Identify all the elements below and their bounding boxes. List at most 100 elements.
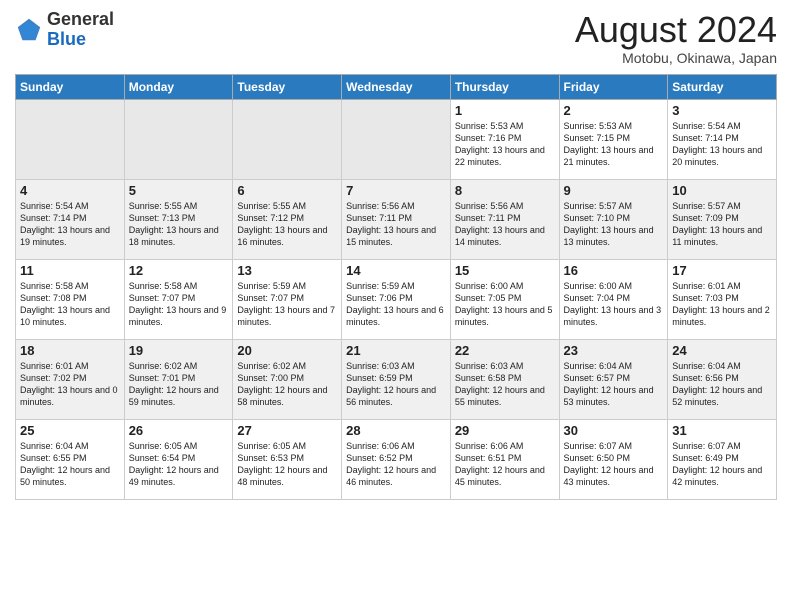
col-thursday: Thursday <box>450 74 559 99</box>
cell-content: Sunrise: 6:01 AM Sunset: 7:02 PM Dayligh… <box>20 360 120 409</box>
calendar-cell: 28 Sunrise: 6:06 AM Sunset: 6:52 PM Dayli… <box>342 419 451 499</box>
day-number: 19 <box>129 343 229 358</box>
page-container: General Blue August 2024 Motobu, Okinawa… <box>0 0 792 510</box>
page-header: General Blue August 2024 Motobu, Okinawa… <box>15 10 777 66</box>
day-number: 16 <box>564 263 664 278</box>
cell-content: Sunrise: 5:56 AM Sunset: 7:11 PM Dayligh… <box>455 200 555 249</box>
col-tuesday: Tuesday <box>233 74 342 99</box>
col-friday: Friday <box>559 74 668 99</box>
day-number: 11 <box>20 263 120 278</box>
calendar-cell: 2 Sunrise: 5:53 AM Sunset: 7:15 PM Daylig… <box>559 99 668 179</box>
cell-content: Sunrise: 5:59 AM Sunset: 7:06 PM Dayligh… <box>346 280 446 329</box>
col-saturday: Saturday <box>668 74 777 99</box>
calendar-week-5: 25Sunrise: 6:04 AM Sunset: 6:55 PM Dayli… <box>16 419 777 499</box>
logo-icon <box>15 16 43 44</box>
day-number: 18 <box>20 343 120 358</box>
day-number: 31 <box>672 423 772 438</box>
calendar-cell: 26 Sunrise: 6:05 AM Sunset: 6:54 PM Dayli… <box>124 419 233 499</box>
col-wednesday: Wednesday <box>342 74 451 99</box>
day-number: 4 <box>20 183 120 198</box>
calendar-cell: 29 Sunrise: 6:06 AM Sunset: 6:51 PM Dayli… <box>450 419 559 499</box>
location-subtitle: Motobu, Okinawa, Japan <box>575 50 777 66</box>
calendar-cell <box>233 99 342 179</box>
cell-content: Sunrise: 6:07 AM Sunset: 6:49 PM Dayligh… <box>672 440 772 489</box>
calendar-cell: 6Sunrise: 5:55 AM Sunset: 7:12 PM Daylig… <box>233 179 342 259</box>
calendar-cell: 8 Sunrise: 5:56 AM Sunset: 7:11 PM Daylig… <box>450 179 559 259</box>
cell-content: Sunrise: 6:01 AM Sunset: 7:03 PM Dayligh… <box>672 280 772 329</box>
day-number: 25 <box>20 423 120 438</box>
cell-content: Sunrise: 5:58 AM Sunset: 7:07 PM Dayligh… <box>129 280 229 329</box>
calendar-cell: 31 Sunrise: 6:07 AM Sunset: 6:49 PM Dayli… <box>668 419 777 499</box>
cell-content: Sunrise: 6:07 AM Sunset: 6:50 PM Dayligh… <box>564 440 664 489</box>
cell-content: Sunrise: 5:53 AM Sunset: 7:16 PM Dayligh… <box>455 120 555 169</box>
calendar-week-2: 4Sunrise: 5:54 AM Sunset: 7:14 PM Daylig… <box>16 179 777 259</box>
logo: General Blue <box>15 10 114 50</box>
cell-content: Sunrise: 6:03 AM Sunset: 6:58 PM Dayligh… <box>455 360 555 409</box>
calendar-cell: 23Sunrise: 6:04 AM Sunset: 6:57 PM Dayli… <box>559 339 668 419</box>
calendar-cell: 12 Sunrise: 5:58 AM Sunset: 7:07 PM Dayli… <box>124 259 233 339</box>
cell-content: Sunrise: 5:53 AM Sunset: 7:15 PM Dayligh… <box>564 120 664 169</box>
logo-general: General <box>47 9 114 29</box>
cell-content: Sunrise: 6:00 AM Sunset: 7:05 PM Dayligh… <box>455 280 555 329</box>
calendar-cell: 10Sunrise: 5:57 AM Sunset: 7:09 PM Dayli… <box>668 179 777 259</box>
day-number: 9 <box>564 183 664 198</box>
cell-content: Sunrise: 5:58 AM Sunset: 7:08 PM Dayligh… <box>20 280 120 329</box>
cell-content: Sunrise: 6:06 AM Sunset: 6:51 PM Dayligh… <box>455 440 555 489</box>
month-title: August 2024 <box>575 10 777 50</box>
calendar-cell: 5Sunrise: 5:55 AM Sunset: 7:13 PM Daylig… <box>124 179 233 259</box>
calendar-cell: 24Sunrise: 6:04 AM Sunset: 6:56 PM Dayli… <box>668 339 777 419</box>
day-number: 28 <box>346 423 446 438</box>
cell-content: Sunrise: 6:03 AM Sunset: 6:59 PM Dayligh… <box>346 360 446 409</box>
calendar-cell: 1Sunrise: 5:53 AM Sunset: 7:16 PM Daylig… <box>450 99 559 179</box>
title-block: August 2024 Motobu, Okinawa, Japan <box>575 10 777 66</box>
day-number: 27 <box>237 423 337 438</box>
day-number: 21 <box>346 343 446 358</box>
calendar-cell: 20Sunrise: 6:02 AM Sunset: 7:00 PM Dayli… <box>233 339 342 419</box>
cell-content: Sunrise: 6:05 AM Sunset: 6:54 PM Dayligh… <box>129 440 229 489</box>
calendar-cell: 27Sunrise: 6:05 AM Sunset: 6:53 PM Dayli… <box>233 419 342 499</box>
calendar-cell: 30 Sunrise: 6:07 AM Sunset: 6:50 PM Dayli… <box>559 419 668 499</box>
day-number: 12 <box>129 263 229 278</box>
day-number: 22 <box>455 343 555 358</box>
cell-content: Sunrise: 6:06 AM Sunset: 6:52 PM Dayligh… <box>346 440 446 489</box>
calendar-week-3: 11 Sunrise: 5:58 AM Sunset: 7:08 PM Dayli… <box>16 259 777 339</box>
calendar-cell: 25Sunrise: 6:04 AM Sunset: 6:55 PM Dayli… <box>16 419 125 499</box>
day-number: 5 <box>129 183 229 198</box>
day-number: 17 <box>672 263 772 278</box>
cell-content: Sunrise: 5:54 AM Sunset: 7:14 PM Dayligh… <box>672 120 772 169</box>
cell-content: Sunrise: 5:57 AM Sunset: 7:10 PM Dayligh… <box>564 200 664 249</box>
day-number: 29 <box>455 423 555 438</box>
cell-content: Sunrise: 6:02 AM Sunset: 7:01 PM Dayligh… <box>129 360 229 409</box>
calendar-cell: 14 Sunrise: 5:59 AM Sunset: 7:06 PM Dayli… <box>342 259 451 339</box>
cell-content: Sunrise: 5:56 AM Sunset: 7:11 PM Dayligh… <box>346 200 446 249</box>
day-number: 30 <box>564 423 664 438</box>
day-number: 8 <box>455 183 555 198</box>
calendar-cell <box>342 99 451 179</box>
calendar-cell: 21 Sunrise: 6:03 AM Sunset: 6:59 PM Dayli… <box>342 339 451 419</box>
col-sunday: Sunday <box>16 74 125 99</box>
day-number: 20 <box>237 343 337 358</box>
calendar-cell: 22 Sunrise: 6:03 AM Sunset: 6:58 PM Dayli… <box>450 339 559 419</box>
day-number: 6 <box>237 183 337 198</box>
logo-blue: Blue <box>47 29 86 49</box>
calendar-cell: 16Sunrise: 6:00 AM Sunset: 7:04 PM Dayli… <box>559 259 668 339</box>
logo-text: General Blue <box>47 10 114 50</box>
cell-content: Sunrise: 5:59 AM Sunset: 7:07 PM Dayligh… <box>237 280 337 329</box>
calendar-cell: 7 Sunrise: 5:56 AM Sunset: 7:11 PM Daylig… <box>342 179 451 259</box>
calendar-cell: 13Sunrise: 5:59 AM Sunset: 7:07 PM Dayli… <box>233 259 342 339</box>
day-number: 3 <box>672 103 772 118</box>
calendar-cell: 3 Sunrise: 5:54 AM Sunset: 7:14 PM Daylig… <box>668 99 777 179</box>
day-number: 14 <box>346 263 446 278</box>
calendar-cell: 17 Sunrise: 6:01 AM Sunset: 7:03 PM Dayli… <box>668 259 777 339</box>
day-number: 2 <box>564 103 664 118</box>
calendar-cell: 9 Sunrise: 5:57 AM Sunset: 7:10 PM Daylig… <box>559 179 668 259</box>
calendar-cell: 18 Sunrise: 6:01 AM Sunset: 7:02 PM Dayli… <box>16 339 125 419</box>
calendar-cell: 4Sunrise: 5:54 AM Sunset: 7:14 PM Daylig… <box>16 179 125 259</box>
calendar-week-4: 18 Sunrise: 6:01 AM Sunset: 7:02 PM Dayli… <box>16 339 777 419</box>
day-number: 15 <box>455 263 555 278</box>
day-number: 7 <box>346 183 446 198</box>
calendar-cell: 19 Sunrise: 6:02 AM Sunset: 7:01 PM Dayli… <box>124 339 233 419</box>
day-number: 26 <box>129 423 229 438</box>
cell-content: Sunrise: 6:04 AM Sunset: 6:56 PM Dayligh… <box>672 360 772 409</box>
day-number: 10 <box>672 183 772 198</box>
